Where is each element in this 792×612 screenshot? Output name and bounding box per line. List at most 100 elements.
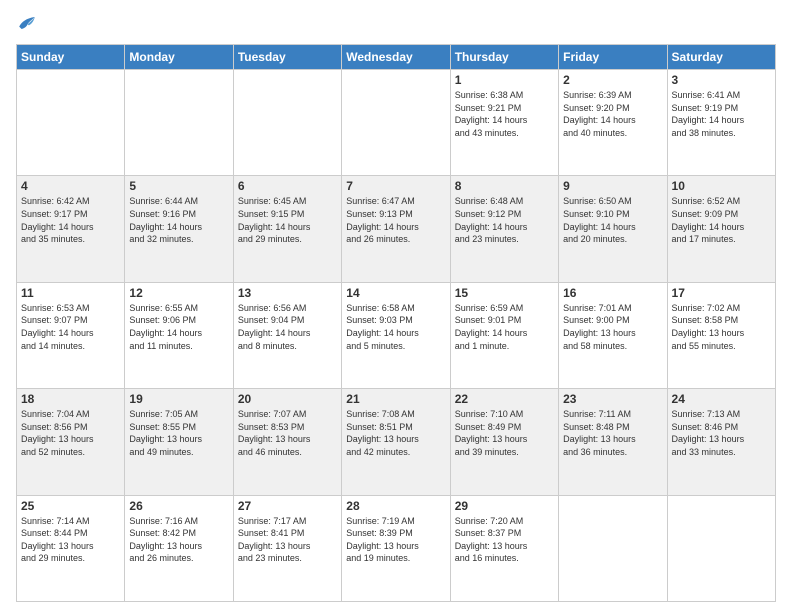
day-info: Sunrise: 6:53 AM Sunset: 9:07 PM Dayligh…: [21, 302, 120, 352]
week-row-4: 25 Sunrise: 7:14 AM Sunset: 8:44 PM Dayli…: [17, 495, 776, 601]
day-number: 15: [455, 286, 554, 300]
day-number: 21: [346, 392, 445, 406]
day-cell: 26 Sunrise: 7:16 AM Sunset: 8:42 PM Dayli…: [125, 495, 233, 601]
week-row-1: 4 Sunrise: 6:42 AM Sunset: 9:17 PM Daylig…: [17, 176, 776, 282]
day-cell: 29 Sunrise: 7:20 AM Sunset: 8:37 PM Dayli…: [450, 495, 558, 601]
day-number: 25: [21, 499, 120, 513]
day-info: Sunrise: 7:07 AM Sunset: 8:53 PM Dayligh…: [238, 408, 337, 458]
day-info: Sunrise: 7:04 AM Sunset: 8:56 PM Dayligh…: [21, 408, 120, 458]
day-cell: 1 Sunrise: 6:38 AM Sunset: 9:21 PM Daylig…: [450, 70, 558, 176]
col-header-friday: Friday: [559, 45, 667, 70]
day-info: Sunrise: 6:59 AM Sunset: 9:01 PM Dayligh…: [455, 302, 554, 352]
day-info: Sunrise: 6:48 AM Sunset: 9:12 PM Dayligh…: [455, 195, 554, 245]
day-info: Sunrise: 6:55 AM Sunset: 9:06 PM Dayligh…: [129, 302, 228, 352]
day-info: Sunrise: 6:44 AM Sunset: 9:16 PM Dayligh…: [129, 195, 228, 245]
day-info: Sunrise: 7:10 AM Sunset: 8:49 PM Dayligh…: [455, 408, 554, 458]
logo: [16, 14, 36, 36]
day-cell: 7 Sunrise: 6:47 AM Sunset: 9:13 PM Daylig…: [342, 176, 450, 282]
week-row-3: 18 Sunrise: 7:04 AM Sunset: 8:56 PM Dayli…: [17, 389, 776, 495]
day-cell: 3 Sunrise: 6:41 AM Sunset: 9:19 PM Daylig…: [667, 70, 775, 176]
day-number: 22: [455, 392, 554, 406]
day-cell: [17, 70, 125, 176]
day-info: Sunrise: 6:39 AM Sunset: 9:20 PM Dayligh…: [563, 89, 662, 139]
calendar: SundayMondayTuesdayWednesdayThursdayFrid…: [16, 44, 776, 602]
logo-bird-icon: [18, 14, 36, 32]
day-cell: 8Sunrise: 6:48 AM Sunset: 9:12 PM Daylig…: [450, 176, 558, 282]
day-info: Sunrise: 6:50 AM Sunset: 9:10 PM Dayligh…: [563, 195, 662, 245]
day-number: 28: [346, 499, 445, 513]
day-cell: 11 Sunrise: 6:53 AM Sunset: 9:07 PM Dayli…: [17, 282, 125, 388]
day-number: 9: [563, 179, 662, 193]
day-info: Sunrise: 7:01 AM Sunset: 9:00 PM Dayligh…: [563, 302, 662, 352]
day-info: Sunrise: 6:47 AM Sunset: 9:13 PM Dayligh…: [346, 195, 445, 245]
day-cell: 24Sunrise: 7:13 AM Sunset: 8:46 PM Dayli…: [667, 389, 775, 495]
day-info: Sunrise: 6:58 AM Sunset: 9:03 PM Dayligh…: [346, 302, 445, 352]
day-number: 13: [238, 286, 337, 300]
day-cell: 14 Sunrise: 6:58 AM Sunset: 9:03 PM Dayli…: [342, 282, 450, 388]
day-info: Sunrise: 6:45 AM Sunset: 9:15 PM Dayligh…: [238, 195, 337, 245]
day-info: Sunrise: 7:08 AM Sunset: 8:51 PM Dayligh…: [346, 408, 445, 458]
day-info: Sunrise: 7:13 AM Sunset: 8:46 PM Dayligh…: [672, 408, 771, 458]
page: SundayMondayTuesdayWednesdayThursdayFrid…: [0, 0, 792, 612]
day-info: Sunrise: 6:42 AM Sunset: 9:17 PM Dayligh…: [21, 195, 120, 245]
day-cell: [125, 70, 233, 176]
day-info: Sunrise: 7:20 AM Sunset: 8:37 PM Dayligh…: [455, 515, 554, 565]
day-cell: 18 Sunrise: 7:04 AM Sunset: 8:56 PM Dayli…: [17, 389, 125, 495]
day-cell: 19 Sunrise: 7:05 AM Sunset: 8:55 PM Dayli…: [125, 389, 233, 495]
day-number: 6: [238, 179, 337, 193]
day-cell: [559, 495, 667, 601]
day-cell: 13 Sunrise: 6:56 AM Sunset: 9:04 PM Dayli…: [233, 282, 341, 388]
day-number: 2: [563, 73, 662, 87]
day-info: Sunrise: 7:16 AM Sunset: 8:42 PM Dayligh…: [129, 515, 228, 565]
day-cell: 17Sunrise: 7:02 AM Sunset: 8:58 PM Dayli…: [667, 282, 775, 388]
day-info: Sunrise: 6:41 AM Sunset: 9:19 PM Dayligh…: [672, 89, 771, 139]
day-number: 7: [346, 179, 445, 193]
col-header-tuesday: Tuesday: [233, 45, 341, 70]
day-info: Sunrise: 7:05 AM Sunset: 8:55 PM Dayligh…: [129, 408, 228, 458]
day-cell: 12 Sunrise: 6:55 AM Sunset: 9:06 PM Dayli…: [125, 282, 233, 388]
day-number: 14: [346, 286, 445, 300]
header: [16, 14, 776, 36]
day-cell: [233, 70, 341, 176]
day-number: 11: [21, 286, 120, 300]
day-cell: 23 Sunrise: 7:11 AM Sunset: 8:48 PM Dayli…: [559, 389, 667, 495]
day-cell: 20Sunrise: 7:07 AM Sunset: 8:53 PM Dayli…: [233, 389, 341, 495]
col-header-saturday: Saturday: [667, 45, 775, 70]
day-number: 23: [563, 392, 662, 406]
day-number: 19: [129, 392, 228, 406]
day-number: 27: [238, 499, 337, 513]
day-cell: 22 Sunrise: 7:10 AM Sunset: 8:49 PM Dayli…: [450, 389, 558, 495]
week-row-2: 11 Sunrise: 6:53 AM Sunset: 9:07 PM Dayli…: [17, 282, 776, 388]
day-info: Sunrise: 7:19 AM Sunset: 8:39 PM Dayligh…: [346, 515, 445, 565]
day-number: 3: [672, 73, 771, 87]
day-info: Sunrise: 7:14 AM Sunset: 8:44 PM Dayligh…: [21, 515, 120, 565]
day-info: Sunrise: 7:11 AM Sunset: 8:48 PM Dayligh…: [563, 408, 662, 458]
day-cell: 6 Sunrise: 6:45 AM Sunset: 9:15 PM Daylig…: [233, 176, 341, 282]
day-cell: 10Sunrise: 6:52 AM Sunset: 9:09 PM Dayli…: [667, 176, 775, 282]
calendar-header-row: SundayMondayTuesdayWednesdayThursdayFrid…: [17, 45, 776, 70]
day-info: Sunrise: 7:17 AM Sunset: 8:41 PM Dayligh…: [238, 515, 337, 565]
day-number: 16: [563, 286, 662, 300]
day-cell: 27 Sunrise: 7:17 AM Sunset: 8:41 PM Dayli…: [233, 495, 341, 601]
day-number: 26: [129, 499, 228, 513]
day-number: 12: [129, 286, 228, 300]
day-number: 1: [455, 73, 554, 87]
col-header-monday: Monday: [125, 45, 233, 70]
day-number: 4: [21, 179, 120, 193]
col-header-wednesday: Wednesday: [342, 45, 450, 70]
day-number: 5: [129, 179, 228, 193]
day-cell: 9 Sunrise: 6:50 AM Sunset: 9:10 PM Daylig…: [559, 176, 667, 282]
day-cell: 25 Sunrise: 7:14 AM Sunset: 8:44 PM Dayli…: [17, 495, 125, 601]
day-info: Sunrise: 6:56 AM Sunset: 9:04 PM Dayligh…: [238, 302, 337, 352]
day-cell: 5 Sunrise: 6:44 AM Sunset: 9:16 PM Daylig…: [125, 176, 233, 282]
day-cell: 2 Sunrise: 6:39 AM Sunset: 9:20 PM Daylig…: [559, 70, 667, 176]
day-cell: 4 Sunrise: 6:42 AM Sunset: 9:17 PM Daylig…: [17, 176, 125, 282]
day-cell: 28 Sunrise: 7:19 AM Sunset: 8:39 PM Dayli…: [342, 495, 450, 601]
day-number: 29: [455, 499, 554, 513]
day-cell: 16 Sunrise: 7:01 AM Sunset: 9:00 PM Dayli…: [559, 282, 667, 388]
day-cell: [667, 495, 775, 601]
col-header-thursday: Thursday: [450, 45, 558, 70]
day-info: Sunrise: 6:38 AM Sunset: 9:21 PM Dayligh…: [455, 89, 554, 139]
day-number: 18: [21, 392, 120, 406]
week-row-0: 1 Sunrise: 6:38 AM Sunset: 9:21 PM Daylig…: [17, 70, 776, 176]
